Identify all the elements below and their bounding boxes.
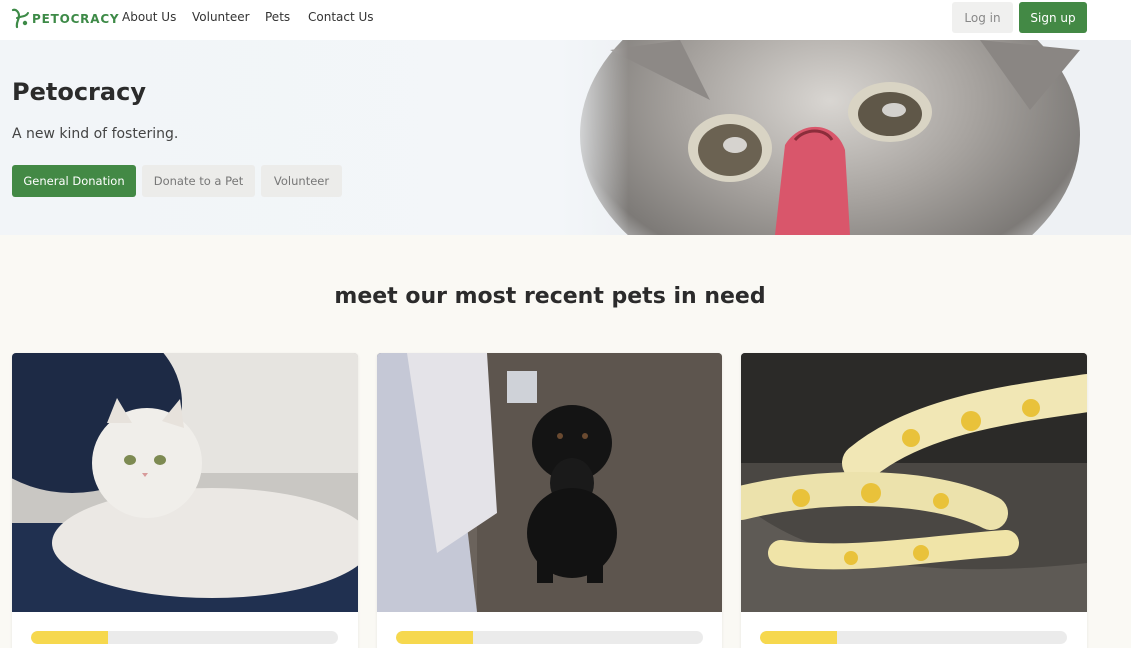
nav-link-about-us[interactable]: About Us	[122, 10, 176, 24]
funding-progress-fill	[396, 631, 473, 644]
nav-link-volunteer[interactable]: Volunteer	[192, 10, 250, 24]
funding-progress-bar	[396, 631, 703, 644]
paw-logo-icon	[11, 8, 29, 29]
general-donation-button[interactable]: General Donation	[12, 165, 136, 197]
signup-button[interactable]: Sign up	[1019, 2, 1087, 33]
funding-progress-fill	[31, 631, 108, 644]
kitten-hero-image	[560, 40, 1131, 235]
hero-title: Petocracy	[12, 78, 146, 106]
brand-logo[interactable]: PETOCRACY	[11, 7, 119, 31]
nav-link-contact-us[interactable]: Contact Us	[308, 10, 374, 24]
dog-photo	[377, 353, 722, 612]
pet-card-dog[interactable]	[377, 353, 722, 648]
donate-to-pet-button[interactable]: Donate to a Pet	[142, 165, 255, 197]
pet-card-cat[interactable]	[12, 353, 358, 648]
funding-progress-bar	[31, 631, 338, 644]
recent-pets-heading: meet our most recent pets in need	[334, 284, 766, 309]
funding-progress-fill	[760, 631, 837, 644]
login-button[interactable]: Log in	[952, 2, 1013, 33]
hero-banner: Petocracy A new kind of fostering. Gener…	[0, 40, 1131, 235]
pet-card-snake[interactable]	[741, 353, 1087, 648]
funding-progress-bar	[760, 631, 1067, 644]
cat-photo	[12, 353, 358, 612]
hero-subtitle: A new kind of fostering.	[12, 126, 179, 142]
top-navbar: PETOCRACY About Us Volunteer Pets Contac…	[0, 0, 1131, 40]
brand-name: PETOCRACY	[32, 12, 120, 26]
snake-photo	[741, 353, 1087, 612]
volunteer-button[interactable]: Volunteer	[261, 165, 342, 197]
nav-link-pets[interactable]: Pets	[265, 10, 290, 24]
